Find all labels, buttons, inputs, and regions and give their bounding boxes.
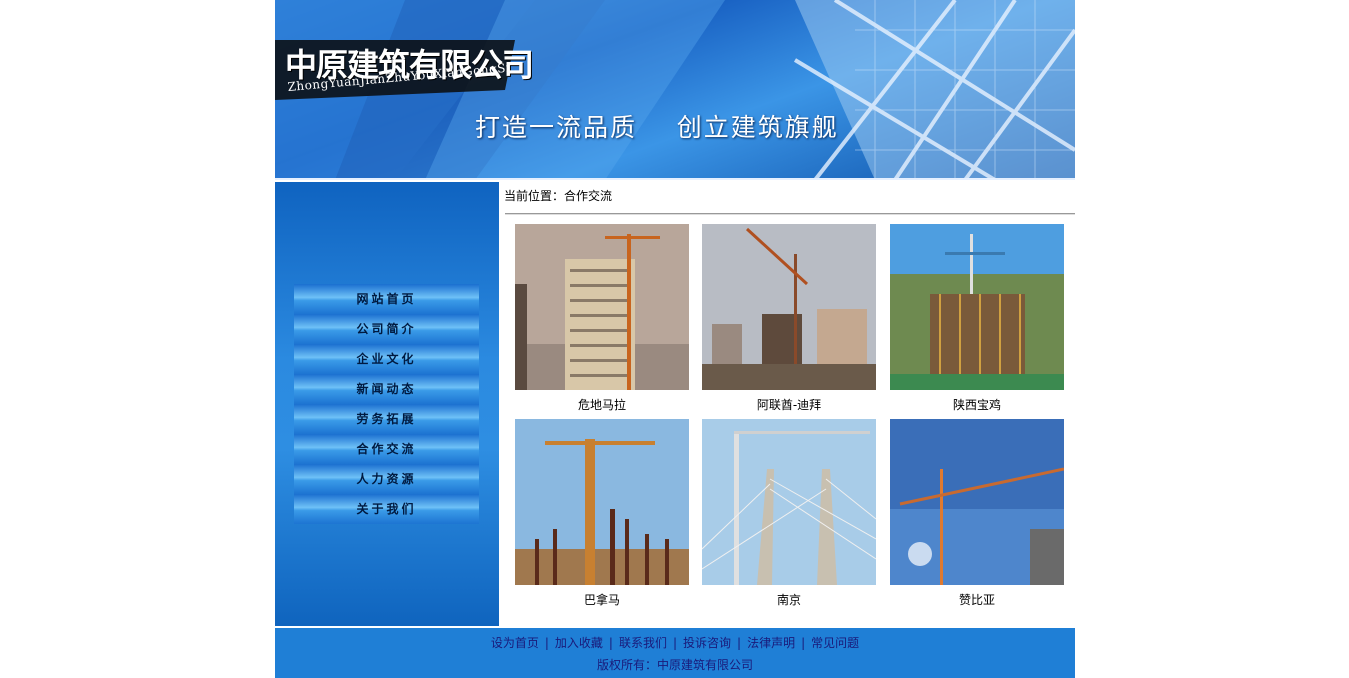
- project-caption[interactable]: 巴拿马: [515, 591, 689, 608]
- project-photo-dubai[interactable]: [702, 224, 876, 390]
- breadcrumb-current: 合作交流: [564, 189, 613, 203]
- project-photo-zambia[interactable]: [890, 419, 1064, 585]
- nav-item-about-us[interactable]: 关于我们: [294, 494, 479, 524]
- nav-item-culture[interactable]: 企业文化: [294, 344, 479, 374]
- main-content: 当前位置：合作交流 危地马拉 阿联酋-迪拜 陕西宝鸡 巴拿马 南京 赞比亚: [499, 182, 1075, 626]
- footer-separator: |: [801, 636, 806, 650]
- header-banner: 中原建筑有限公司 ZhongYuanJianZhuYouXianGongSi 打…: [275, 0, 1075, 180]
- nav-item-about-company[interactable]: 公司简介: [294, 314, 479, 344]
- project-card[interactable]: 巴拿马: [515, 419, 689, 608]
- footer-separator: |: [737, 636, 742, 650]
- project-caption[interactable]: 陕西宝鸡: [890, 396, 1064, 413]
- project-card[interactable]: 南京: [702, 419, 876, 608]
- project-card[interactable]: 阿联酋-迪拜: [702, 224, 876, 413]
- page: 中原建筑有限公司 ZhongYuanJianZhuYouXianGongSi 打…: [275, 0, 1075, 678]
- breadcrumb-label: 当前位置：: [504, 189, 565, 203]
- footer: 设为首页 | 加入收藏 | 联系我们 | 投诉咨询 | 法律声明 | 常见问题 版权所有：中原建筑有…: [275, 628, 1075, 678]
- footer-link-bookmark[interactable]: 加入收藏: [555, 636, 603, 650]
- nav-item-cooperation[interactable]: 合作交流: [294, 434, 479, 464]
- project-photo-baoji[interactable]: [890, 224, 1064, 390]
- project-caption[interactable]: 阿联酋-迪拜: [702, 396, 876, 413]
- banner-slogan: 打造一流品质 创立建筑旗舰: [475, 113, 839, 142]
- divider: [505, 213, 1075, 215]
- sidebar: 网站首页 公司简介 企业文化 新闻动态 劳务拓展 合作交流 人力资源 关于我们: [275, 182, 499, 626]
- footer-separator: |: [672, 636, 678, 650]
- project-caption[interactable]: 赞比亚: [890, 591, 1064, 608]
- project-photo-nanjing[interactable]: [702, 419, 876, 585]
- footer-link-contact[interactable]: 联系我们: [619, 636, 667, 650]
- nav-item-hr[interactable]: 人力资源: [294, 464, 479, 494]
- nav-item-news[interactable]: 新闻动态: [294, 374, 479, 404]
- footer-links: 设为首页 | 加入收藏 | 联系我们 | 投诉咨询 | 法律声明 | 常见问题: [275, 634, 1075, 651]
- project-card[interactable]: 赞比亚: [890, 419, 1064, 608]
- nav-item-labor[interactable]: 劳务拓展: [294, 404, 479, 434]
- project-photo-guatemala[interactable]: [515, 224, 689, 390]
- nav-item-home[interactable]: 网站首页: [294, 284, 479, 314]
- project-photo-panama[interactable]: [515, 419, 689, 585]
- footer-link-set-homepage[interactable]: 设为首页: [491, 636, 539, 650]
- breadcrumb: 当前位置：合作交流: [504, 187, 612, 204]
- footer-link-legal[interactable]: 法律声明: [747, 636, 795, 650]
- project-card[interactable]: 陕西宝鸡: [890, 224, 1064, 413]
- footer-link-complaint[interactable]: 投诉咨询: [683, 636, 731, 650]
- project-card[interactable]: 危地马拉: [515, 224, 689, 413]
- footer-link-faq[interactable]: 常见问题: [811, 636, 859, 650]
- project-caption[interactable]: 南京: [702, 591, 876, 608]
- footer-separator: |: [544, 636, 549, 650]
- footer-separator: |: [608, 636, 613, 650]
- sidebar-nav: 网站首页 公司简介 企业文化 新闻动态 劳务拓展 合作交流 人力资源 关于我们: [294, 284, 479, 524]
- footer-copyright: 版权所有：中原建筑有限公司: [596, 658, 753, 672]
- project-caption[interactable]: 危地马拉: [515, 396, 689, 413]
- banner-graphic: [275, 0, 1075, 180]
